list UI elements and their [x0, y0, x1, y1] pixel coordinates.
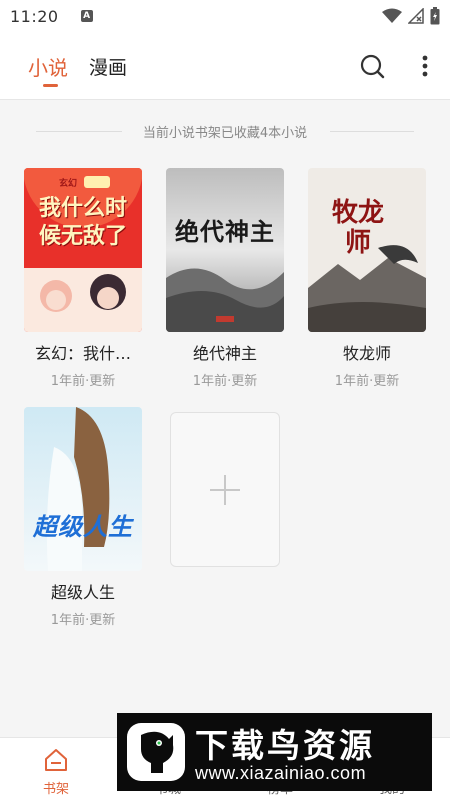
battery-icon: [430, 7, 440, 25]
status-time: 11:20: [10, 6, 59, 26]
cover-title: 超级人生: [33, 512, 133, 541]
book-title[interactable]: 绝代神主: [166, 340, 284, 364]
status-bar: 11:20 A: [0, 0, 450, 32]
tab-comic[interactable]: 漫画: [89, 53, 127, 80]
book-title[interactable]: 玄幻：我什…: [24, 340, 142, 364]
search-icon[interactable]: [358, 52, 386, 80]
book-item[interactable]: 玄幻 我什么时候无敌了 玄幻：我什… 1年前·更新: [24, 168, 142, 389]
book-cover[interactable]: 绝代神主: [166, 168, 284, 332]
shelf-count: 当前小说书架已收藏4本小说: [0, 120, 450, 142]
book-update-time: 1年前·更新: [334, 374, 400, 389]
book-title[interactable]: 超级人生: [24, 579, 142, 603]
watermark-title: 下载鸟资源: [195, 726, 375, 765]
book-update-time: 1年前·更新: [192, 374, 258, 389]
cover-title: 牧龙师: [331, 198, 384, 258]
nav-item-bookshelf[interactable]: 书架: [0, 738, 112, 800]
app-header: 小说 漫画: [0, 32, 450, 100]
tab-active-indicator: [43, 84, 58, 87]
book-update-time: 1年前·更新: [50, 613, 116, 628]
book-item[interactable]: 绝代神主 绝代神主 1年前·更新: [166, 168, 284, 389]
watermark-banner: 下载鸟资源 www.xiazainiao.com: [117, 713, 432, 791]
status-icons: [382, 7, 440, 25]
bird-logo-icon: [127, 723, 185, 781]
book-cover[interactable]: 玄幻 我什么时候无敌了: [24, 168, 142, 332]
book-item[interactable]: 牧龙师 牧龙师 1年前·更新: [308, 168, 426, 389]
notification-icon: A: [80, 10, 93, 22]
book-cover[interactable]: 超级人生: [24, 407, 142, 571]
signal-icon: [408, 8, 424, 24]
cover-art: [166, 168, 284, 332]
cover-art: [24, 168, 142, 332]
nav-label: 书架: [42, 782, 69, 797]
tab-novel[interactable]: 小说: [28, 52, 68, 81]
cover-title: 绝代神主: [175, 217, 275, 246]
more-vertical-icon[interactable]: [416, 52, 434, 80]
bookshelf-icon: [45, 749, 67, 771]
cover-title: 我什么时候无敌了: [38, 195, 127, 249]
book-update-time: 1年前·更新: [50, 374, 116, 389]
plus-icon: [210, 474, 240, 505]
cover-art: [24, 407, 142, 571]
add-book-button[interactable]: [170, 412, 280, 567]
cover-badge: 玄幻: [58, 179, 77, 189]
book-item[interactable]: 超级人生 超级人生 1年前·更新: [24, 407, 142, 628]
book-cover[interactable]: 牧龙师: [308, 168, 426, 332]
divider-right: [330, 131, 414, 132]
watermark-url: www.xiazainiao.com: [195, 763, 367, 783]
book-title[interactable]: 牧龙师: [308, 340, 426, 364]
wifi-icon: [382, 8, 402, 23]
